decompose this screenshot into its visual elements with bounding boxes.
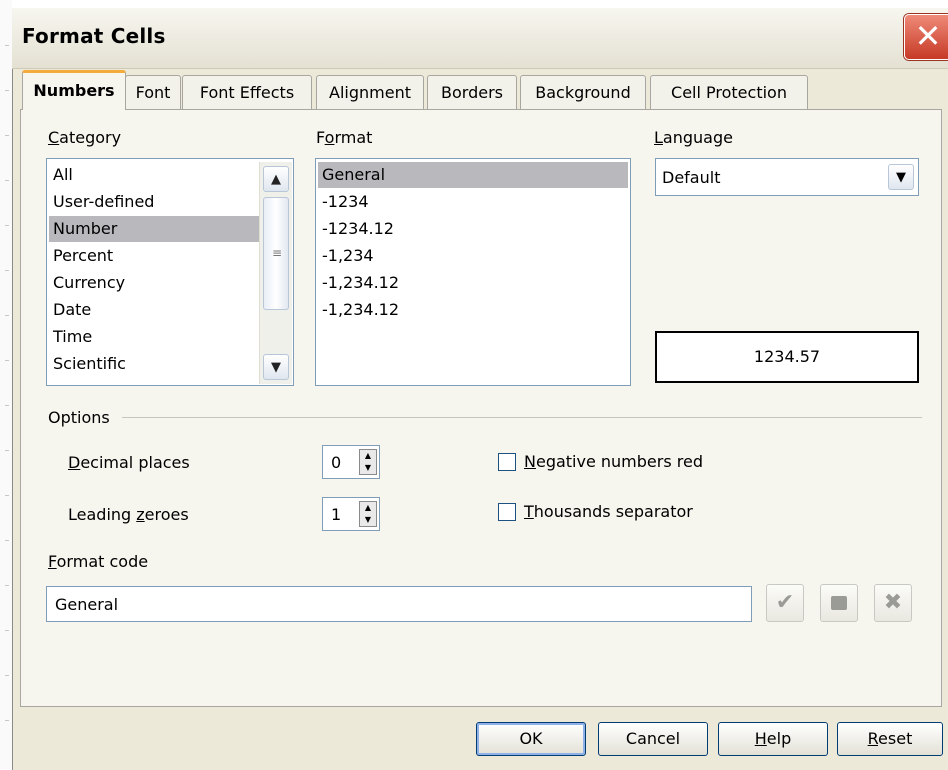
options-label: Options: [48, 408, 110, 427]
format-code-label: Format code: [48, 552, 149, 571]
format-code-value: General: [55, 595, 119, 614]
language-value: Default: [662, 168, 721, 187]
language-dropdown[interactable]: Default ▼: [655, 158, 919, 196]
add-comment-icon: [831, 596, 847, 610]
format-listbox[interactable]: General -1234 -1234.12 -1,234 -1,234.12 …: [315, 158, 631, 386]
delete-format-button[interactable]: ✖: [874, 584, 912, 622]
chevron-down-icon: ▼: [271, 360, 281, 375]
cancel-button[interactable]: Cancel: [598, 722, 708, 756]
spin-buttons[interactable]: ▲ ▼: [359, 449, 377, 475]
chevron-up-icon: ▲: [271, 172, 281, 187]
list-item[interactable]: -1,234: [322, 243, 622, 269]
tab-alignment[interactable]: Alignment: [316, 75, 424, 109]
chevron-down-icon: ▼: [896, 170, 906, 185]
negative-red-checkbox[interactable]: [498, 453, 516, 471]
list-item[interactable]: Date: [53, 297, 253, 323]
leading-zeroes-stepper[interactable]: 1 ▲ ▼: [322, 497, 380, 531]
background-ruler-strip: [0, 0, 12, 769]
language-label: Language: [654, 128, 733, 147]
leading-zeroes-value: 1: [331, 505, 342, 524]
add-comment-button[interactable]: [820, 584, 858, 622]
list-item[interactable]: All: [53, 162, 253, 188]
tab-cell-protection[interactable]: Cell Protection: [650, 75, 808, 109]
decimal-places-label: Decimal places: [68, 453, 190, 472]
decimal-places-value: 0: [331, 453, 342, 472]
tab-font[interactable]: Font: [125, 75, 181, 109]
negative-red-label: Negative numbers red: [524, 452, 703, 471]
scroll-down-button[interactable]: ▼: [263, 354, 289, 380]
delete-icon: ✖: [883, 590, 903, 615]
dropdown-button[interactable]: ▼: [888, 164, 914, 190]
category-label: Category: [48, 128, 122, 147]
tab-numbers[interactable]: Numbers: [22, 70, 126, 110]
list-item[interactable]: User-defined: [53, 189, 253, 215]
thousands-separator-checkbox[interactable]: [498, 503, 516, 521]
list-item[interactable]: Time: [53, 324, 253, 350]
grip-icon: ≡: [272, 246, 283, 260]
category-scrollbar[interactable]: ▲ ≡ ▼: [259, 162, 292, 384]
list-item[interactable]: Scientific: [53, 351, 253, 377]
tab-background[interactable]: Background: [520, 75, 646, 109]
category-listbox[interactable]: All User-defined Number Percent Currency…: [46, 158, 294, 386]
list-item[interactable]: Currency: [53, 270, 253, 296]
format-preview: 1234.57: [655, 331, 919, 383]
decimal-places-stepper[interactable]: 0 ▲ ▼: [322, 445, 380, 479]
scroll-up-button[interactable]: ▲: [263, 166, 289, 192]
ok-button[interactable]: OK: [476, 722, 586, 756]
accept-format-button[interactable]: ✔: [766, 584, 804, 622]
list-item[interactable]: -1234: [322, 189, 622, 215]
tab-borders[interactable]: Borders: [427, 75, 517, 109]
leading-zeroes-label: Leading zeroes: [68, 505, 189, 524]
options-separator: [122, 417, 922, 418]
list-item[interactable]: -1234.12: [322, 216, 622, 242]
help-button[interactable]: Help: [718, 722, 828, 756]
format-code-input[interactable]: General: [46, 586, 752, 622]
list-item[interactable]: -1,234.12: [322, 270, 622, 296]
format-label: Format: [316, 128, 373, 147]
thousands-separator-label: Thousands separator: [524, 502, 693, 521]
spin-buttons[interactable]: ▲ ▼: [359, 501, 377, 527]
spin-arrows-icon: ▲ ▼: [364, 503, 372, 524]
tab-font-effects[interactable]: Font Effects: [182, 75, 312, 109]
dialog-title: Format Cells: [22, 24, 166, 48]
close-button[interactable]: ✕: [904, 14, 948, 60]
list-item-selected[interactable]: General: [318, 162, 628, 188]
checkmark-icon: ✔: [775, 590, 795, 615]
spin-arrows-icon: ▲ ▼: [364, 451, 372, 472]
list-item-selected[interactable]: Number: [49, 216, 259, 242]
scroll-thumb[interactable]: ≡: [263, 197, 289, 310]
reset-button[interactable]: Reset: [837, 722, 943, 756]
list-item[interactable]: Percent: [53, 243, 253, 269]
close-icon: ✕: [914, 17, 942, 55]
list-item[interactable]: -1,234.12: [322, 297, 622, 323]
